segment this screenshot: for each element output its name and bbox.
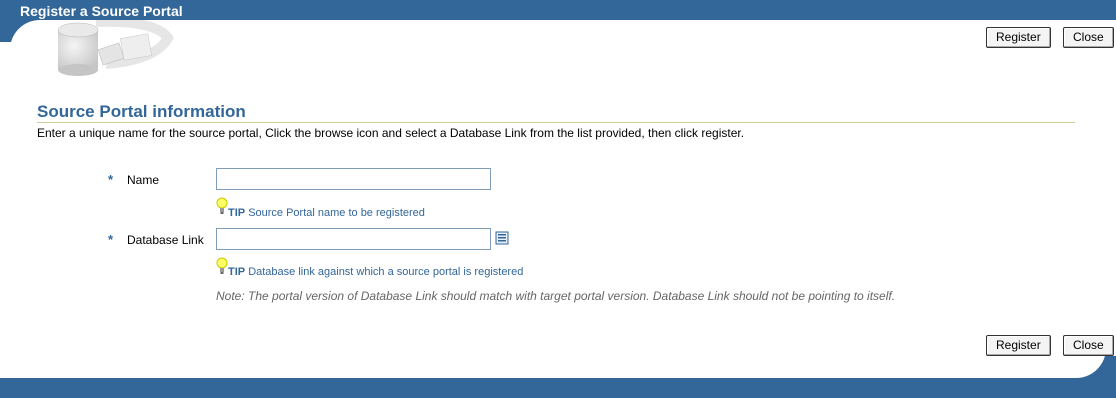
instructions-text: Enter a unique name for the source porta… bbox=[37, 126, 745, 140]
name-label: Name bbox=[127, 173, 160, 187]
section-title: Source Portal information bbox=[37, 102, 246, 121]
close-button-top[interactable]: Close bbox=[1063, 27, 1114, 48]
name-tip-text: Source Portal name to be registered bbox=[248, 207, 425, 219]
tip-lightbulb-icon bbox=[216, 257, 228, 274]
name-input[interactable] bbox=[216, 168, 491, 190]
database-link-tip-text: Database link against which a source por… bbox=[248, 266, 524, 278]
database-link-label: Database Link bbox=[127, 233, 204, 247]
footer-bar bbox=[0, 378, 1116, 398]
name-tip: TIP Source Portal name to be registered bbox=[228, 207, 425, 220]
portal-logo-icon bbox=[57, 20, 174, 76]
name-tip-prefix: TIP bbox=[228, 207, 246, 219]
required-marker-database-link: * bbox=[108, 232, 114, 247]
database-link-input[interactable] bbox=[216, 228, 491, 250]
required-marker-name: * bbox=[108, 172, 114, 187]
database-link-tip: TIP Database link against which a source… bbox=[228, 266, 523, 279]
tip-lightbulb-icon bbox=[216, 197, 228, 214]
page-title: Register a Source Portal bbox=[20, 3, 183, 19]
close-button-bottom[interactable]: Close bbox=[1063, 335, 1114, 356]
header-curve bbox=[0, 20, 70, 64]
footer-curve bbox=[1070, 356, 1116, 378]
register-button-top[interactable]: Register bbox=[986, 27, 1051, 48]
version-note: Note: The portal version of Database Lin… bbox=[216, 289, 896, 303]
browse-list-icon[interactable] bbox=[495, 231, 509, 245]
register-button-bottom[interactable]: Register bbox=[986, 335, 1051, 356]
section-divider bbox=[37, 122, 1075, 123]
database-link-tip-prefix: TIP bbox=[228, 266, 246, 278]
